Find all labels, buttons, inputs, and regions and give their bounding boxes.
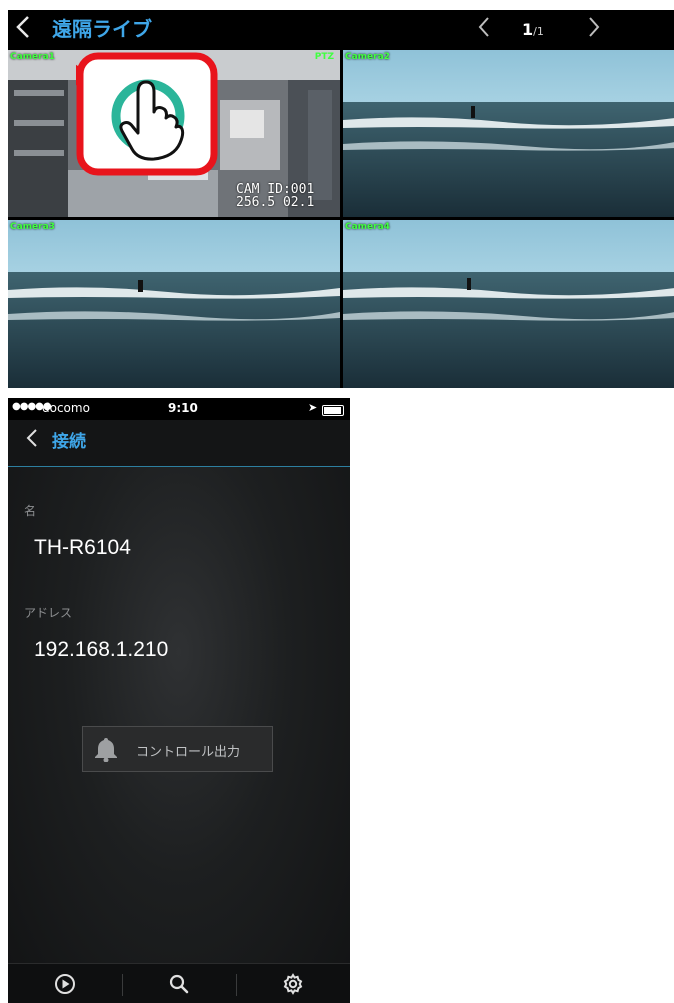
live-view-screen: 遠隔ライブ 1/1 Camera1 PTZ CAM ID:001 256.5 0…	[8, 10, 674, 388]
osd-line-2: 256.5 02.1	[236, 195, 315, 210]
battery-icon	[322, 405, 344, 416]
camera-label: Camera2	[345, 52, 390, 62]
next-page-button[interactable]	[588, 16, 600, 45]
page-indicator: 1/1	[522, 19, 544, 43]
bell-icon	[95, 738, 117, 762]
tap-hand-icon	[76, 52, 218, 176]
back-button[interactable]	[16, 15, 42, 43]
address-value: 192.168.1.210	[34, 638, 169, 661]
camera-label: Camera1	[10, 52, 55, 62]
name-label: 名	[24, 504, 37, 518]
connection-screen: ●●●●● docomo 9:10 ➤ 接続 名 TH-R6104 アドレス 1…	[8, 398, 350, 1003]
address-label: アドレス	[24, 606, 73, 620]
camera-3-feed	[8, 220, 340, 388]
camera-tile-3[interactable]: Camera3	[8, 220, 340, 388]
chevron-left-icon	[16, 16, 29, 38]
status-bar: ●●●●● docomo 9:10 ➤	[8, 398, 350, 420]
tab-live[interactable]	[8, 964, 122, 1003]
camera-2-feed	[343, 50, 674, 217]
camera-tile-2[interactable]: Camera2	[343, 50, 674, 217]
back-button[interactable]	[26, 428, 38, 454]
tab-search[interactable]	[122, 964, 236, 1003]
tab-settings[interactable]	[236, 964, 350, 1003]
control-output-label: コントロール出力	[136, 745, 241, 760]
tab-bar	[8, 963, 350, 1003]
chevron-left-icon	[478, 17, 489, 37]
camera-tile-4[interactable]: Camera4	[343, 220, 674, 388]
search-icon	[169, 974, 189, 994]
ptz-badge: PTZ	[314, 52, 334, 62]
carrier-name: docomo	[42, 401, 90, 415]
prev-page-button[interactable]	[478, 16, 490, 45]
nav-bar: 接続	[8, 420, 350, 467]
page-title: 遠隔ライブ	[52, 17, 152, 41]
name-value: TH-R6104	[34, 536, 131, 559]
control-output-button[interactable]: コントロール出力	[82, 726, 273, 772]
camera-osd: CAM ID:001 256.5 02.1	[236, 183, 314, 209]
camera-label: Camera4	[345, 222, 390, 232]
camera-label: Camera3	[10, 222, 55, 232]
play-circle-icon	[55, 974, 75, 994]
page-title: 接続	[52, 432, 86, 452]
gear-icon	[283, 973, 303, 995]
chevron-left-icon	[26, 429, 37, 447]
live-top-bar: 遠隔ライブ 1/1	[8, 10, 674, 48]
current-page: 1	[522, 20, 534, 39]
camera-4-feed	[343, 220, 674, 388]
status-time: 9:10	[168, 401, 198, 415]
total-pages: /1	[533, 25, 544, 38]
location-arrow-icon: ➤	[308, 401, 318, 414]
chevron-right-icon	[589, 17, 600, 37]
